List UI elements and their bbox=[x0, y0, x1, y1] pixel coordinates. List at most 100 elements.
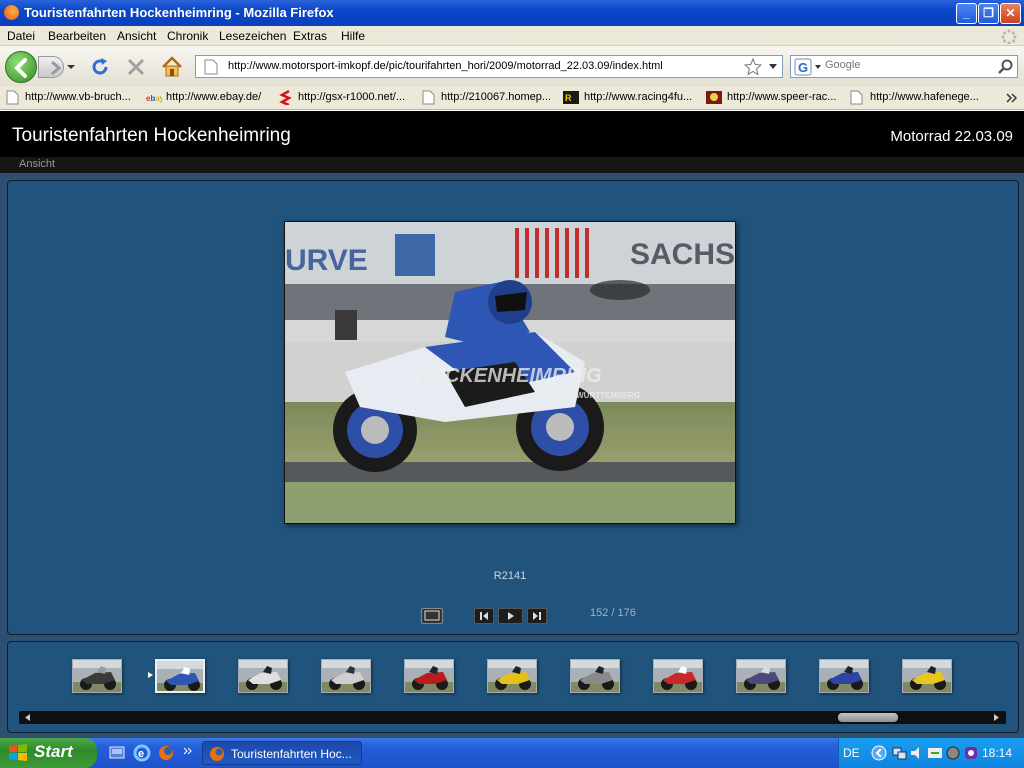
restore-button[interactable]: ❐ bbox=[978, 3, 999, 24]
gallery-title: Touristenfahrten Hockenheimring bbox=[12, 125, 291, 146]
menu-extras[interactable]: Extras bbox=[293, 29, 327, 43]
menu-bar: Datei Bearbeiten Ansicht Chronik Lesezei… bbox=[0, 26, 1024, 46]
google-engine-icon[interactable]: G bbox=[794, 58, 822, 76]
menu-chronik[interactable]: Chronik bbox=[167, 29, 208, 43]
firefox-icon bbox=[210, 747, 224, 761]
thumbnail-image bbox=[322, 660, 370, 692]
scrollbar-thumb[interactable] bbox=[838, 713, 898, 722]
thumbnail-image bbox=[157, 661, 203, 691]
ebay-icon: ebay bbox=[146, 94, 162, 103]
thumbnail-image bbox=[571, 660, 619, 692]
photo-watermark: HOCKENHEIMRING bbox=[415, 365, 602, 387]
thumbnail[interactable] bbox=[736, 659, 786, 693]
menu-lesezeichen[interactable]: Lesezeichen bbox=[219, 29, 286, 43]
thumbnail[interactable] bbox=[570, 659, 620, 693]
bookmark-item[interactable]: http://www.speer-rac... bbox=[727, 91, 836, 103]
safely-remove-icon[interactable] bbox=[927, 745, 943, 761]
search-icon[interactable] bbox=[997, 59, 1013, 75]
language-indicator[interactable]: DE bbox=[843, 746, 860, 760]
fullscreen-icon bbox=[424, 610, 440, 621]
photo-watermark-sub: BADEN-WÜRTTEMBERG bbox=[545, 391, 640, 400]
search-box[interactable]: G bbox=[790, 55, 1018, 78]
thumbnail[interactable] bbox=[155, 659, 205, 693]
thumbnail-image bbox=[488, 660, 536, 692]
speer-icon bbox=[706, 91, 722, 104]
thumbnail[interactable] bbox=[404, 659, 454, 693]
app-tray-icon[interactable] bbox=[963, 745, 979, 761]
menu-bearbeiten[interactable]: Bearbeiten bbox=[48, 29, 106, 43]
thumbnail-image bbox=[73, 660, 121, 692]
svg-text:G: G bbox=[798, 60, 808, 75]
home-icon[interactable] bbox=[160, 55, 184, 79]
tray-expand-icon[interactable] bbox=[871, 745, 887, 761]
network-icon[interactable] bbox=[891, 745, 907, 761]
minimize-button[interactable]: _ bbox=[956, 3, 977, 24]
thumbnail[interactable] bbox=[321, 659, 371, 693]
system-tray: DE 18:14 bbox=[838, 738, 1024, 768]
photo-caption: R2141 bbox=[493, 570, 527, 582]
main-photo[interactable]: URVE SACHS HOCKENHEIMRING BADEN-WÜRTTEMB… bbox=[284, 221, 736, 524]
taskbar-window-label: Touristenfahrten Hoc... bbox=[231, 747, 352, 761]
reload-icon[interactable] bbox=[89, 56, 111, 78]
show-desktop-icon[interactable] bbox=[108, 744, 126, 762]
back-arrow-icon bbox=[14, 58, 27, 78]
firefox-quicklaunch-icon[interactable] bbox=[157, 744, 175, 762]
search-input[interactable] bbox=[825, 59, 995, 71]
gallery-header: Touristenfahrten Hockenheimring Motorrad… bbox=[0, 111, 1024, 157]
previous-button[interactable] bbox=[474, 608, 494, 624]
gallery-subtitle: Motorrad 22.03.09 bbox=[890, 128, 1013, 145]
view-menu-bar: Ansicht bbox=[0, 157, 1024, 173]
stop-icon[interactable] bbox=[125, 56, 147, 78]
bookmark-item[interactable]: http://www.ebay.de/ bbox=[166, 91, 261, 103]
volume-icon[interactable] bbox=[909, 745, 925, 761]
view-menu[interactable]: Ansicht bbox=[19, 158, 55, 170]
menu-ansicht[interactable]: Ansicht bbox=[117, 29, 156, 43]
windows-logo-icon bbox=[9, 744, 27, 761]
page-icon bbox=[850, 90, 863, 105]
bookmark-item[interactable]: http://www.vb-bruch... bbox=[25, 91, 131, 103]
back-button[interactable] bbox=[5, 51, 37, 83]
bookmarks-overflow-icon[interactable] bbox=[1005, 90, 1019, 105]
thumbnail[interactable] bbox=[238, 659, 288, 693]
bookmark-star-icon[interactable] bbox=[744, 58, 762, 76]
url-text[interactable]: http://www.motorsport-imkopf.de/pic/tour… bbox=[228, 60, 663, 72]
bookmark-item[interactable]: http://gsx-r1000.net/... bbox=[298, 91, 405, 103]
svg-text:SACHS: SACHS bbox=[630, 238, 735, 271]
url-dropdown-icon[interactable] bbox=[769, 64, 777, 70]
play-button[interactable] bbox=[498, 608, 523, 624]
page-icon bbox=[6, 90, 19, 105]
throbber-icon bbox=[1001, 29, 1017, 44]
menu-hilfe[interactable]: Hilfe bbox=[341, 29, 365, 43]
thumbnail[interactable] bbox=[819, 659, 869, 693]
antivirus-icon[interactable] bbox=[945, 745, 961, 761]
start-button[interactable]: Start bbox=[0, 738, 97, 768]
thumbnail[interactable] bbox=[653, 659, 703, 693]
selected-thumb-marker-icon bbox=[148, 672, 153, 678]
next-button[interactable] bbox=[527, 608, 547, 624]
thumbnail[interactable] bbox=[902, 659, 952, 693]
internet-explorer-icon[interactable]: e bbox=[133, 744, 151, 762]
firefox-icon bbox=[4, 5, 19, 20]
racing-icon: R bbox=[563, 91, 579, 104]
svg-text:URVE: URVE bbox=[285, 244, 368, 277]
bookmark-item[interactable]: http://www.hafenege... bbox=[870, 91, 979, 103]
thumbnail[interactable] bbox=[72, 659, 122, 693]
scroll-left-icon[interactable] bbox=[25, 714, 31, 721]
bookmark-item[interactable]: http://www.racing4fu... bbox=[584, 91, 692, 103]
menu-datei[interactable]: Datei bbox=[7, 29, 35, 43]
thumbnail[interactable] bbox=[487, 659, 537, 693]
history-dropdown-icon[interactable] bbox=[66, 62, 76, 72]
fullscreen-button[interactable] bbox=[421, 608, 443, 624]
thumbnail-image bbox=[820, 660, 868, 692]
suzuki-icon bbox=[279, 90, 292, 105]
quicklaunch-overflow-icon[interactable] bbox=[183, 746, 193, 758]
thumbnail-image bbox=[903, 660, 951, 692]
taskbar-firefox-window[interactable]: Touristenfahrten Hoc... bbox=[202, 741, 362, 765]
forward-button[interactable] bbox=[38, 56, 64, 78]
bookmark-item[interactable]: http://210067.homep... bbox=[441, 91, 551, 103]
url-bar[interactable]: http://www.motorsport-imkopf.de/pic/tour… bbox=[195, 55, 783, 78]
window-title-bar[interactable]: Touristenfahrten Hockenheimring - Mozill… bbox=[0, 0, 1024, 26]
close-button[interactable]: ✕ bbox=[1000, 3, 1021, 24]
scroll-right-icon[interactable] bbox=[994, 714, 1000, 721]
page-icon bbox=[204, 59, 218, 75]
